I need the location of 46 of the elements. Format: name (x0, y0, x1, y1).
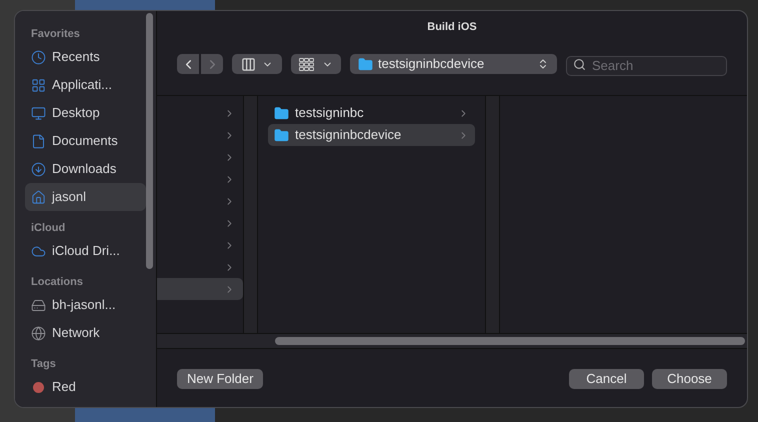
horizontal-scrollbar-thumb[interactable] (275, 337, 745, 345)
drive-icon (31, 298, 46, 312)
section-heading: Favorites (30, 27, 81, 42)
apps-icon (31, 78, 46, 92)
view-mode-button[interactable] (232, 54, 282, 74)
search-field[interactable]: Search (566, 56, 727, 76)
sidebar-item[interactable]: Network (25, 319, 146, 347)
sidebar-item[interactable]: Downloads (25, 155, 146, 183)
clock-icon (31, 50, 46, 64)
sidebar-item[interactable]: jasonl (25, 183, 146, 211)
window-title: Build iOS (426, 20, 478, 35)
folder-row[interactable]: testsigninbc (268, 102, 475, 124)
globe-icon (31, 326, 46, 340)
sidebar-item[interactable]: Recents (25, 43, 146, 71)
sidebar-item[interactable]: Desktop (25, 99, 146, 127)
column-resize-gutter[interactable] (244, 96, 258, 333)
column-row[interactable] (157, 278, 243, 300)
cancel-button[interactable]: Cancel (569, 369, 644, 389)
section-heading: Locations (30, 275, 84, 290)
folder-row[interactable]: testsigninbcdevice (268, 124, 475, 146)
group-button[interactable] (291, 54, 341, 74)
home-icon (31, 190, 46, 204)
cloud-icon (31, 244, 46, 258)
search-icon (573, 58, 586, 71)
updown-icon (537, 58, 549, 70)
folder-icon (274, 128, 289, 142)
folder-icon (358, 56, 373, 72)
scrollbar-thumb[interactable] (146, 13, 153, 269)
new-folder-button[interactable]: New Folder (177, 369, 264, 389)
icon-grid-icon (299, 58, 314, 70)
sidebar-item[interactable]: Documents (25, 127, 146, 155)
column-resize-gutter[interactable] (486, 96, 500, 333)
section-heading: iCloud (30, 221, 66, 236)
download-icon (31, 162, 46, 176)
sidebar-item[interactable]: Red (25, 373, 146, 401)
document-icon (31, 134, 46, 148)
folder-icon (274, 106, 289, 120)
sidebar-item[interactable]: iCloud Dri... (25, 237, 146, 265)
columns-icon (241, 56, 256, 72)
choose-button[interactable]: Choose (652, 369, 727, 389)
section-heading: Tags (30, 357, 57, 372)
desktop-icon (31, 106, 46, 120)
sidebar-item[interactable]: bh-jasonl... (25, 291, 146, 319)
sidebar-item[interactable]: Applicati... (25, 71, 146, 99)
path-popup[interactable]: testsigninbcdevice (350, 54, 557, 74)
back-button[interactable] (177, 54, 199, 74)
